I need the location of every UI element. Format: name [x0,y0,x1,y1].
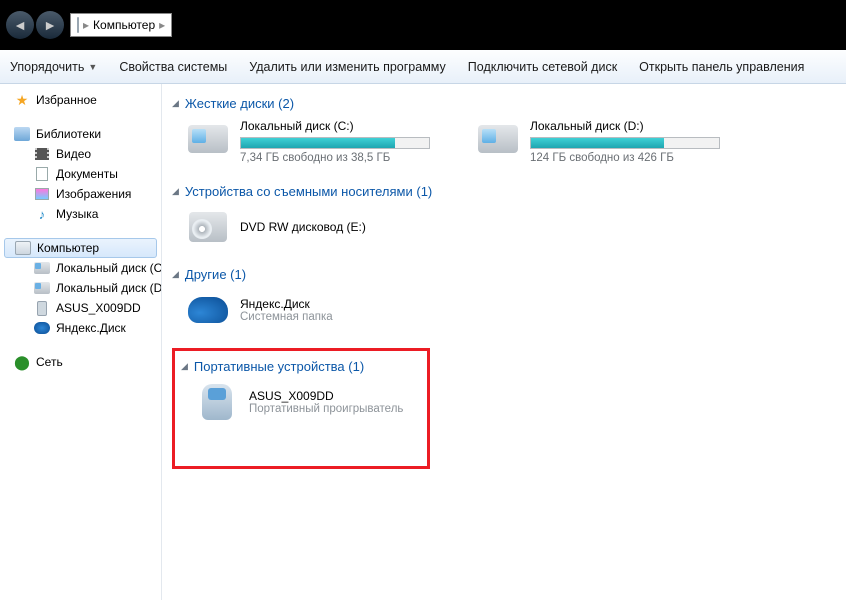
cloud-icon [188,297,228,323]
hdd-icon [34,262,50,274]
hdd-icon [478,125,518,153]
hdd-icon [34,282,50,294]
section-other-header[interactable]: ◢ Другие (1) [172,265,846,284]
video-icon [35,148,49,160]
section-hdd-header[interactable]: ◢ Жесткие диски (2) [172,94,846,113]
drive-d-bar [530,137,720,149]
music-icon: ♪ [34,206,50,222]
highlight-box: ◢ Портативные устройства (1) ASUS_X009DD… [172,348,430,469]
collapse-icon: ◢ [172,186,179,197]
sidebar-drive-c[interactable]: Локальный диск (C [0,258,161,278]
drive-d-free: 124 ГБ свободно из 426 ГБ [530,152,746,164]
titlebar: ◄ ► ▸ Компьютер ▸ [0,0,846,50]
sidebar-lib-docs[interactable]: Документы [0,164,161,184]
drive-dvd-name: DVD RW дисковод (E:) [240,220,366,234]
toolbar-uninstall[interactable]: Удалить или изменить программу [249,60,446,74]
star-icon: ★ [14,92,30,108]
toolbar-organize[interactable]: Упорядочить▼ [10,60,97,74]
sidebar-favorites-label: Избранное [36,93,97,107]
sidebar-lib-images[interactable]: Изображения [0,184,161,204]
toolbar-map-drive[interactable]: Подключить сетевой диск [468,60,617,74]
item-yadisk[interactable]: Яндекс.Диск Системная папка [186,290,456,330]
drive-d[interactable]: Локальный диск (D:) 124 ГБ свободно из 4… [476,119,746,164]
collapse-icon: ◢ [172,98,179,109]
image-icon [35,188,49,200]
toolbar-control-panel[interactable]: Открыть панель управления [639,60,804,74]
libraries-icon [14,127,30,141]
sidebar-network-label: Сеть [36,355,63,369]
section-removable-header[interactable]: ◢ Устройства со съемными носителями (1) [172,182,846,201]
address-bar[interactable]: ▸ Компьютер ▸ [70,13,172,37]
content-pane: ◢ Жесткие диски (2) Локальный диск (C:) … [162,84,846,600]
computer-icon [77,17,79,33]
drive-c-free: 7,34 ГБ свободно из 38,5 ГБ [240,152,456,164]
sidebar-network[interactable]: ⬤ Сеть [0,352,161,372]
collapse-icon: ◢ [181,361,188,372]
hdd-icon [188,125,228,153]
yadisk-name: Яндекс.Диск [240,297,333,311]
breadcrumb-computer[interactable]: Компьютер [93,18,155,32]
drive-c[interactable]: Локальный диск (C:) 7,34 ГБ свободно из … [186,119,456,164]
drive-c-name: Локальный диск (C:) [240,119,456,133]
phone-icon [37,301,47,316]
drive-c-bar [240,137,430,149]
cloud-icon [34,322,50,334]
nav-back-button[interactable]: ◄ [6,11,34,39]
network-icon: ⬤ [14,354,30,370]
nav-forward-button[interactable]: ► [36,11,64,39]
sidebar-libraries-label: Библиотеки [36,127,101,141]
toolbar: Упорядочить▼ Свойства системы Удалить ил… [0,50,846,84]
document-icon [36,167,48,181]
asus-sub: Портативный проигрыватель [249,403,403,415]
section-portable-header[interactable]: ◢ Портативные устройства (1) [181,357,421,376]
toolbar-system-properties[interactable]: Свойства системы [119,60,227,74]
drive-dvd[interactable]: DVD RW дисковод (E:) [186,207,456,247]
computer-icon [15,241,31,255]
item-asus[interactable]: ASUS_X009DD Портативный проигрыватель [195,382,421,422]
breadcrumb-sep: ▸ [83,18,89,32]
drive-d-name: Локальный диск (D:) [530,119,746,133]
yadisk-sub: Системная папка [240,311,333,323]
sidebar-favorites[interactable]: ★ Избранное [0,90,161,110]
dvd-icon [189,212,227,242]
sidebar-lib-music[interactable]: ♪Музыка [0,204,161,224]
sidebar-computer-label: Компьютер [37,241,99,255]
collapse-icon: ◢ [172,269,179,280]
sidebar-lib-video[interactable]: Видео [0,144,161,164]
sidebar-computer[interactable]: Компьютер [4,238,157,258]
sidebar-libraries[interactable]: Библиотеки [0,124,161,144]
asus-name: ASUS_X009DD [249,389,403,403]
sidebar-drive-d[interactable]: Локальный диск (D [0,278,161,298]
sidebar-yadisk[interactable]: Яндекс.Диск [0,318,161,338]
sidebar-asus[interactable]: ASUS_X009DD [0,298,161,318]
breadcrumb-sep[interactable]: ▸ [159,18,165,32]
player-icon [202,384,232,420]
sidebar: ★ Избранное Библиотеки Видео Документы И… [0,84,162,600]
